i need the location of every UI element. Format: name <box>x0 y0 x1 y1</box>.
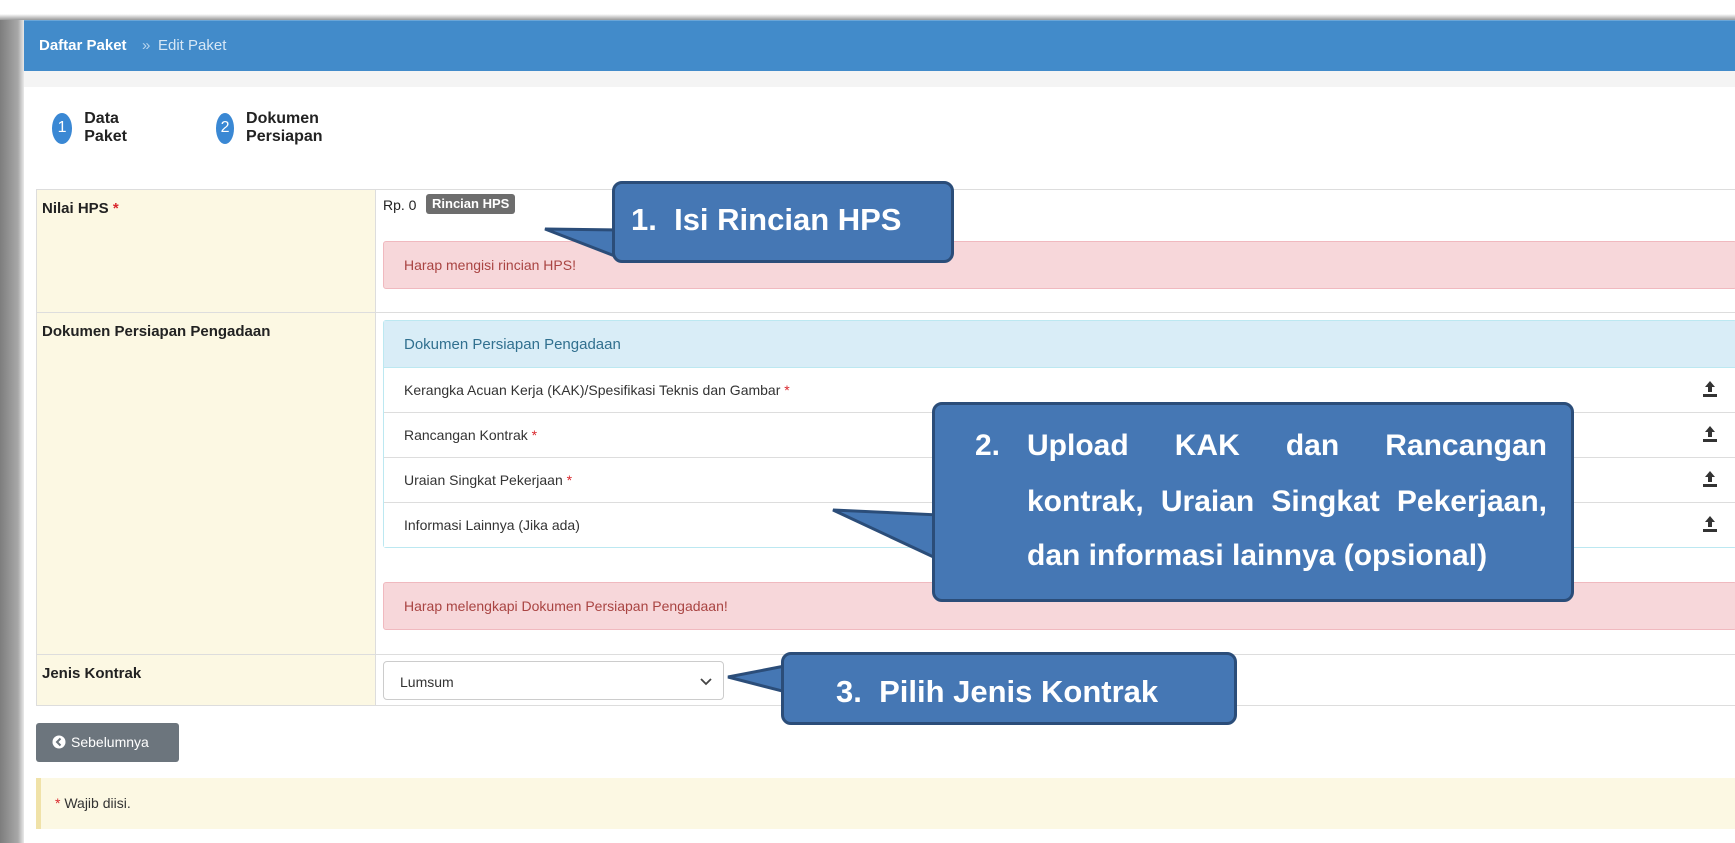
breadcrumb-separator: » <box>142 37 151 54</box>
doc-item-label: Rancangan Kontrak * <box>404 427 538 443</box>
breadcrumb-bar: Daftar Paket » Edit Paket <box>24 20 1735 72</box>
upload-icon[interactable] <box>1702 515 1718 533</box>
required-note-text: * Wajib diisi. <box>55 795 131 811</box>
label-cell: Jenis Kontrak <box>36 655 376 705</box>
step-label: Dokumen Persiapan <box>246 110 323 145</box>
dokumen-panel: Dokumen Persiapan Pengadaan Kerangka Acu… <box>383 320 1735 548</box>
jenis-kontrak-select[interactable]: Lumsum <box>383 661 724 700</box>
upload-icon[interactable] <box>1702 380 1718 398</box>
dokumen-panel-title: Dokumen Persiapan Pengadaan <box>404 336 621 353</box>
dokumen-label: Dokumen Persiapan Pengadaan <box>42 323 271 340</box>
top-shadow <box>0 0 1735 20</box>
doc-item-kak: Kerangka Acuan Kerja (KAK)/Spesifikasi T… <box>384 368 1735 412</box>
jenis-kontrak-label: Jenis Kontrak <box>42 665 142 682</box>
dokumen-panel-header: Dokumen Persiapan Pengadaan <box>384 321 1735 368</box>
dokumen-error-alert: Harap melengkapi Dokumen Persiapan Penga… <box>383 582 1735 630</box>
arrow-left-circle-icon <box>52 735 66 749</box>
step-number: 2 <box>216 112 235 144</box>
doc-item-rancangan-kontrak: Rancangan Kontrak * <box>384 412 1735 457</box>
breadcrumb-daftar-paket[interactable]: Daftar Paket <box>39 37 127 54</box>
step-label: Data Paket <box>84 110 127 145</box>
step-dokumen-persiapan[interactable]: 2 Dokumen Persiapan <box>216 110 335 146</box>
breadcrumb-edit-paket: Edit Paket <box>158 37 227 54</box>
sebelumnya-label: Sebelumnya <box>71 734 149 750</box>
label-cell: Nilai HPS * <box>36 190 376 313</box>
doc-item-uraian-singkat: Uraian Singkat Pekerjaan * <box>384 457 1735 502</box>
step-data-paket[interactable]: 1 Data Paket <box>52 110 138 146</box>
upload-icon[interactable] <box>1702 425 1718 443</box>
nilai-hps-value: Rp. 0 <box>383 197 417 213</box>
dokumen-error-text: Harap melengkapi Dokumen Persiapan Penga… <box>404 598 728 614</box>
sebelumnya-button[interactable]: Sebelumnya <box>36 723 179 762</box>
required-note: * Wajib diisi. <box>36 778 1735 829</box>
jenis-kontrak-value: Lumsum <box>400 674 454 690</box>
doc-item-informasi-lainnya: Informasi Lainnya (Jika ada) <box>384 502 1735 547</box>
chevron-down-icon <box>700 678 712 686</box>
label-cell: Dokumen Persiapan Pengadaan <box>36 313 376 655</box>
nilai-hps-label: Nilai HPS * <box>42 200 119 217</box>
doc-item-label: Kerangka Acuan Kerja (KAK)/Spesifikasi T… <box>404 382 790 398</box>
rincian-hps-button[interactable]: Rincian HPS <box>426 194 516 214</box>
upload-icon[interactable] <box>1702 470 1718 488</box>
hps-error-alert: Harap mengisi rincian HPS! <box>383 241 1735 289</box>
doc-item-label: Uraian Singkat Pekerjaan * <box>404 472 573 488</box>
doc-item-label: Informasi Lainnya (Jika ada) <box>404 517 580 533</box>
step-number: 1 <box>52 112 73 144</box>
row-jenis-kontrak: Jenis Kontrak <box>36 654 1735 706</box>
sub-bar <box>24 71 1735 87</box>
hps-error-text: Harap mengisi rincian HPS! <box>404 257 576 273</box>
